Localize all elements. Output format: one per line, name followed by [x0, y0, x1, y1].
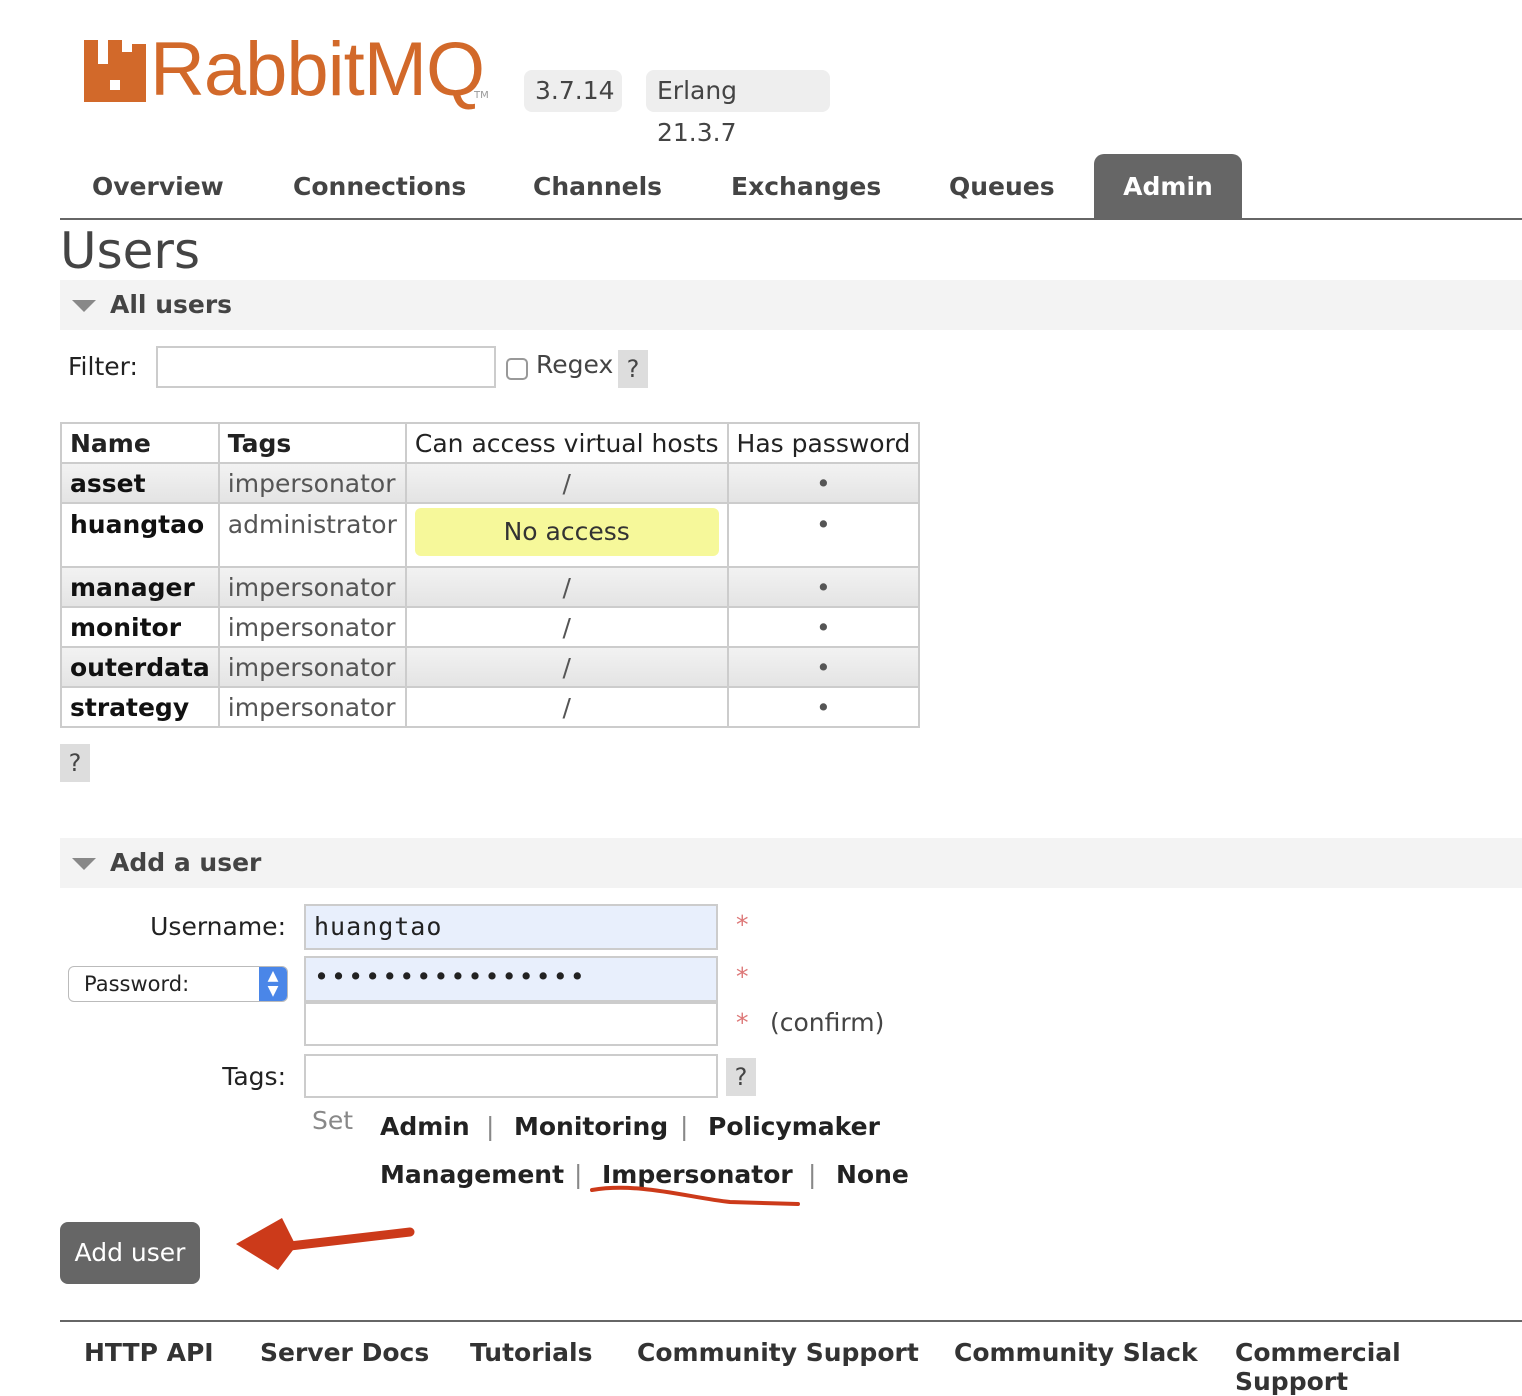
tab-channels[interactable]: Channels	[533, 154, 662, 218]
tag-link-monitoring[interactable]: Monitoring	[514, 1112, 668, 1141]
no-access-badge: No access	[414, 508, 719, 556]
column-header-vhosts: Can access virtual hosts	[404, 422, 729, 464]
footer-link-commercial-support[interactable]: Commercial Support	[1235, 1338, 1522, 1396]
user-has-password: •	[726, 686, 921, 728]
regex-label: Regex	[536, 350, 614, 379]
username-label: Username:	[150, 912, 286, 941]
column-header-name[interactable]: Name	[60, 422, 220, 464]
add-user-section-toggle[interactable]: Add a user	[60, 838, 1522, 888]
user-tags: impersonator	[217, 686, 407, 728]
username-field[interactable]: huangtao	[304, 904, 718, 950]
confirm-label: (confirm)	[770, 1008, 885, 1037]
collapse-triangle-icon	[72, 858, 96, 870]
tab-queues[interactable]: Queues	[949, 154, 1055, 218]
regex-checkbox[interactable]	[506, 358, 528, 380]
user-has-password: •	[726, 462, 921, 504]
user-has-password: •	[726, 606, 921, 648]
column-header-has-password: Has password	[726, 422, 921, 464]
table-row: manager impersonator / •	[60, 566, 921, 608]
tag-link-management[interactable]: Management	[380, 1160, 564, 1189]
erlang-version-badge: Erlang 21.3.7	[646, 70, 830, 147]
table-row: monitor impersonator / •	[60, 606, 921, 648]
user-tags: impersonator	[217, 462, 407, 504]
user-tags: administrator	[217, 502, 407, 568]
collapse-triangle-icon	[72, 300, 96, 312]
tags-field[interactable]	[304, 1054, 718, 1098]
version-badge: 3.7.14	[524, 70, 622, 112]
user-vhosts: No access	[404, 502, 729, 568]
table-row: strategy impersonator / •	[60, 686, 921, 728]
user-name-link[interactable]: manager	[60, 566, 220, 608]
logo-trademark: TM	[474, 90, 489, 101]
set-label: Set	[312, 1106, 354, 1135]
user-name-link[interactable]: monitor	[60, 606, 220, 648]
footer-link-community-slack[interactable]: Community Slack	[954, 1338, 1198, 1367]
table-row: huangtao administrator No access •	[60, 502, 921, 568]
required-marker: *	[736, 910, 749, 939]
filter-label: Filter:	[68, 352, 138, 381]
footer-link-community-support[interactable]: Community Support	[637, 1338, 919, 1367]
password-type-select[interactable]: Password: ▲ ▼	[68, 966, 288, 1002]
required-marker: *	[736, 962, 749, 991]
user-tags: impersonator	[217, 646, 407, 688]
confirm-password-field[interactable]	[304, 1002, 718, 1046]
all-users-heading: All users	[110, 290, 233, 319]
tags-help-button[interactable]: ?	[726, 1058, 756, 1096]
password-type-value: Password:	[84, 972, 190, 996]
users-table: Name Tags Can access virtual hosts Has p…	[60, 422, 921, 728]
required-marker: *	[736, 1008, 749, 1037]
table-help-button[interactable]: ?	[60, 744, 90, 782]
table-row: asset impersonator / •	[60, 462, 921, 504]
user-vhosts: /	[404, 566, 729, 608]
tab-admin[interactable]: Admin	[1094, 154, 1242, 218]
user-name-link[interactable]: huangtao	[60, 502, 220, 568]
add-user-heading: Add a user	[110, 848, 262, 877]
table-row: outerdata impersonator / •	[60, 646, 921, 688]
user-has-password: •	[726, 566, 921, 608]
select-arrows-icon: ▲ ▼	[259, 967, 287, 1001]
user-vhosts: /	[404, 606, 729, 648]
arrow-annotation-icon	[236, 1218, 415, 1270]
user-name-link[interactable]: asset	[60, 462, 220, 504]
user-vhosts: /	[404, 686, 729, 728]
tag-separator: |	[486, 1112, 495, 1141]
filter-input[interactable]	[156, 346, 496, 388]
footer-link-server-docs[interactable]: Server Docs	[260, 1338, 429, 1367]
footer-link-http-api[interactable]: HTTP API	[84, 1338, 214, 1367]
tag-separator: |	[680, 1112, 689, 1141]
column-header-tags[interactable]: Tags	[217, 422, 407, 464]
user-tags: impersonator	[217, 606, 407, 648]
footer-divider	[60, 1320, 1522, 1322]
user-has-password: •	[726, 646, 921, 688]
tab-overview[interactable]: Overview	[92, 154, 224, 218]
add-user-button[interactable]: Add user	[60, 1222, 200, 1284]
tab-connections[interactable]: Connections	[293, 154, 466, 218]
tags-label: Tags:	[222, 1062, 286, 1091]
tag-link-policymaker[interactable]: Policymaker	[708, 1112, 880, 1141]
user-has-password: •	[726, 502, 921, 568]
password-field[interactable]: ••••••••••••••••	[304, 956, 718, 1002]
logo-text: RabbitMQ	[150, 27, 485, 112]
underline-annotation-icon	[590, 1185, 800, 1206]
user-name-link[interactable]: outerdata	[60, 646, 220, 688]
tab-exchanges[interactable]: Exchanges	[731, 154, 881, 218]
table-header-row: Name Tags Can access virtual hosts Has p…	[60, 422, 921, 464]
page-title: Users	[60, 222, 201, 280]
tabs-divider	[60, 218, 1522, 220]
all-users-section-toggle[interactable]: All users	[60, 280, 1522, 330]
filter-help-button[interactable]: ?	[618, 350, 648, 388]
tag-link-none[interactable]: None	[836, 1160, 909, 1189]
password-value: ••••••••••••••••	[314, 962, 587, 991]
username-value: huangtao	[314, 912, 443, 941]
user-tags: impersonator	[217, 566, 407, 608]
user-vhosts: /	[404, 462, 729, 504]
user-name-link[interactable]: strategy	[60, 686, 220, 728]
footer-link-tutorials[interactable]: Tutorials	[470, 1338, 592, 1367]
tag-link-admin[interactable]: Admin	[380, 1112, 470, 1141]
user-vhosts: /	[404, 646, 729, 688]
